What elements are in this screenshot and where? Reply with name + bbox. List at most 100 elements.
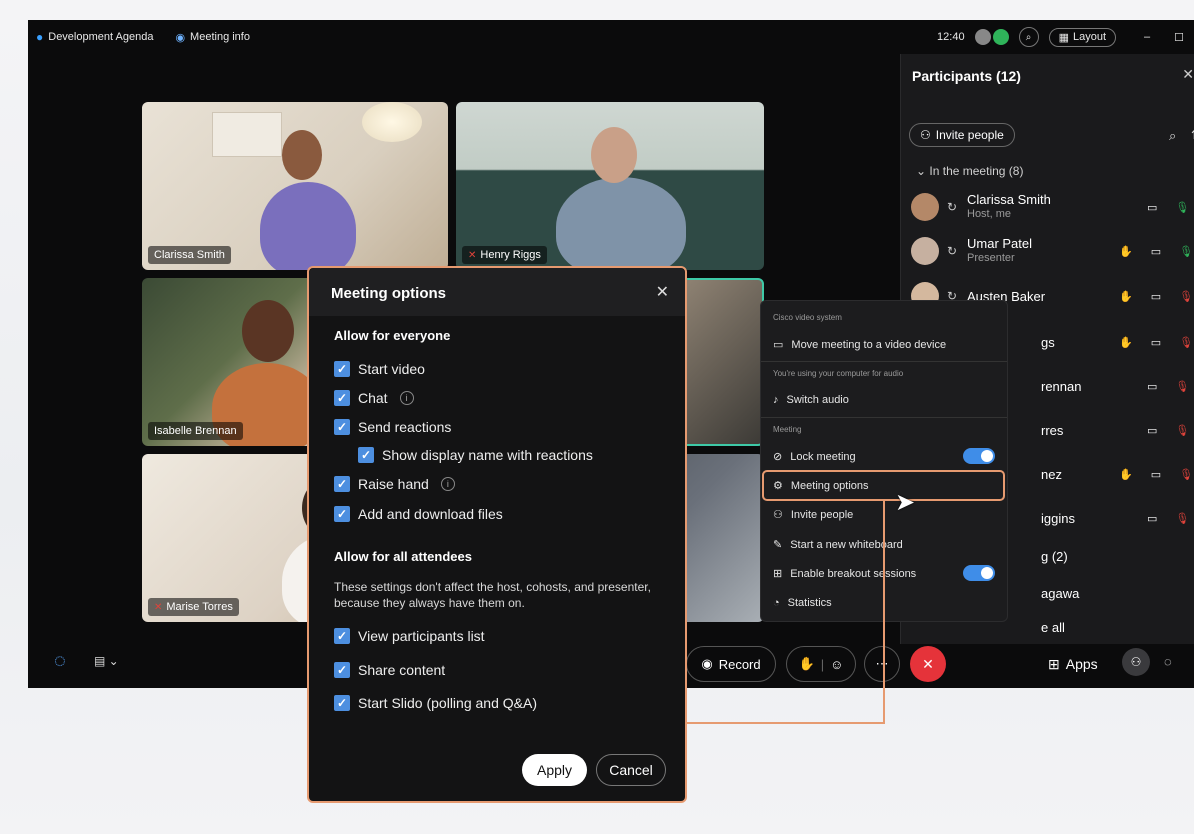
cursor-icon: ➤ (895, 489, 916, 516)
app-title[interactable]: ● Development Agenda (36, 30, 153, 44)
in-meeting-section[interactable]: ⌄ In the meeting (8) (916, 164, 1023, 178)
checkbox-checked-icon[interactable]: ✓ (334, 506, 350, 522)
video-tile[interactable]: Clarissa Smith (142, 102, 448, 270)
checkbox-checked-icon[interactable]: ✓ (334, 419, 350, 435)
camera-icon: ▭ (1150, 468, 1162, 481)
minimize-icon[interactable]: – (1144, 31, 1150, 43)
record-button[interactable]: ◉ Record (686, 646, 776, 682)
search-icon[interactable]: ⌕ (1169, 128, 1176, 144)
menu-item-move-video[interactable]: ▭ Move meeting to a video device (773, 338, 946, 352)
camera-icon: ▭ (1147, 380, 1158, 393)
menu-highlight (762, 470, 1005, 501)
option-view-participants[interactable]: ✓ View participants list (334, 628, 485, 644)
camera-icon: ▭ (1147, 512, 1158, 525)
meeting-info-button[interactable]: ◉ Meeting info (175, 31, 250, 44)
checkbox-checked-icon[interactable]: ✓ (358, 447, 374, 463)
cancel-button[interactable]: Cancel (596, 754, 666, 786)
participant-name: rres (1041, 422, 1064, 438)
camera-icon: ▭ (1150, 245, 1162, 258)
tile-name-label: ✕ Henry Riggs (462, 246, 547, 264)
avatar (911, 237, 939, 265)
layout-button[interactable]: ▦ Layout (1048, 27, 1116, 47)
activity-icon: ↻ (947, 244, 958, 258)
webex-assistant-icon[interactable]: ◌ (54, 650, 66, 673)
record-icon: ◉ (701, 656, 713, 671)
captions-icon[interactable]: ▤ ⌄ (94, 654, 119, 668)
apply-button[interactable]: Apply (522, 754, 587, 786)
menu-caption: Meeting (773, 425, 802, 434)
breakout-toggle[interactable] (963, 565, 995, 581)
apps-button[interactable]: ⊞ Apps (1048, 656, 1098, 673)
end-call-button[interactable]: ✕ (910, 646, 946, 682)
connection-icon (992, 29, 1009, 45)
hand-icon: ✋ (1119, 245, 1133, 258)
divider (761, 361, 1007, 362)
option-add-files[interactable]: ✓ Add and download files (334, 506, 503, 522)
checkbox-checked-icon[interactable]: ✓ (334, 390, 350, 406)
checkbox-checked-icon[interactable]: ✓ (334, 476, 350, 492)
option-share-content[interactable]: ✓ Share content (334, 662, 445, 678)
hand-icon: ✋ (1119, 336, 1133, 349)
menu-item-invite-people[interactable]: ⚇ Invite people (773, 508, 853, 522)
menu-item-lock-meeting[interactable]: ⊘ Lock meeting (773, 450, 856, 464)
participant-row[interactable]: ↻ Umar Patel Presenter ✋ ▭ 🎙 (911, 231, 1194, 271)
avatar (911, 193, 939, 221)
video-device-icon: ▭ (773, 339, 784, 351)
chat-icon[interactable]: ◌ (1164, 654, 1172, 669)
invite-people-button[interactable]: ⚇ Invite people (909, 123, 1015, 147)
option-send-reactions[interactable]: ✓ Send reactions (334, 419, 451, 435)
participant-name: agawa (1041, 585, 1080, 601)
participant-name: e all (1041, 619, 1065, 635)
webex-logo-icon: ● (36, 30, 44, 44)
option-chat[interactable]: ✓ Chat i (334, 390, 414, 406)
option-start-video[interactable]: ✓ Start video (334, 361, 425, 377)
close-icon: ✕ (922, 655, 934, 672)
menu-item-statistics[interactable]: ◔ Statistics (773, 597, 832, 609)
camera-icon: ▭ (1147, 424, 1158, 437)
tile-name-label: Clarissa Smith (148, 246, 231, 264)
participant-name: nez (1041, 466, 1062, 482)
menu-caption: You're using your computer for audio (773, 369, 904, 378)
close-icon[interactable]: ✕ (1182, 66, 1194, 83)
maximize-icon[interactable]: ☐ (1174, 31, 1184, 44)
option-raise-hand[interactable]: ✓ Raise hand i (334, 476, 455, 492)
mic-off-icon: 🎙 (1179, 290, 1194, 303)
menu-item-breakout[interactable]: ⊞ Enable breakout sessions (773, 567, 916, 581)
lock-meeting-toggle[interactable] (963, 448, 995, 464)
tile-name-label: ✕ Marise Torres (148, 598, 239, 616)
close-icon[interactable]: ✕ (656, 282, 669, 302)
video-tile[interactable]: ✕ Henry Riggs (456, 102, 764, 270)
lock-icon: ⊘ (773, 451, 783, 463)
connector-line (687, 722, 885, 724)
checkbox-checked-icon[interactable]: ✓ (334, 662, 350, 678)
checkbox-checked-icon[interactable]: ✓ (334, 361, 350, 377)
more-options-button[interactable]: ⋯ (864, 646, 900, 682)
participants-toggle-button[interactable]: ⚇ (1122, 648, 1150, 676)
mic-on-icon: 🎙 (1179, 245, 1194, 258)
chevron-down-icon: ⌄ (916, 164, 927, 178)
checkbox-checked-icon[interactable]: ✓ (334, 695, 350, 711)
info-icon[interactable]: i (440, 477, 455, 491)
wall-board (212, 112, 282, 157)
title-bar: ● Development Agenda ◉ Meeting info 12:4… (28, 20, 1194, 54)
participant-row[interactable]: ↻ Clarissa Smith Host, me ▭ 🎙 (911, 187, 1194, 227)
participant-role: Presenter (967, 252, 1015, 264)
settings-note: These settings don't affect the host, co… (334, 580, 651, 610)
divider (761, 417, 1007, 418)
info-icon[interactable]: i (399, 391, 414, 405)
menu-item-switch-audio[interactable]: ♪ Switch audio (773, 394, 849, 406)
option-start-slido[interactable]: ✓ Start Slido (polling and Q&A) (334, 695, 537, 711)
option-show-display-name[interactable]: ✓ Show display name with reactions (358, 447, 593, 463)
reactions-button[interactable]: ✋ | ☺ (786, 646, 856, 682)
search-icon[interactable]: ⌕ (1018, 27, 1039, 47)
status-dot-icon (974, 29, 991, 45)
mic-off-icon: ✕ (468, 249, 477, 261)
mic-off-icon: 🎙 (1175, 512, 1190, 525)
mic-off-icon: 🎙 (1179, 468, 1194, 481)
camera-icon: ▭ (1150, 336, 1162, 349)
person-head (591, 127, 637, 183)
person-add-icon: ⚇ (920, 128, 931, 142)
checkbox-checked-icon[interactable]: ✓ (334, 628, 350, 644)
person-head (282, 130, 322, 180)
layout-icon: ▦ (1058, 31, 1069, 44)
